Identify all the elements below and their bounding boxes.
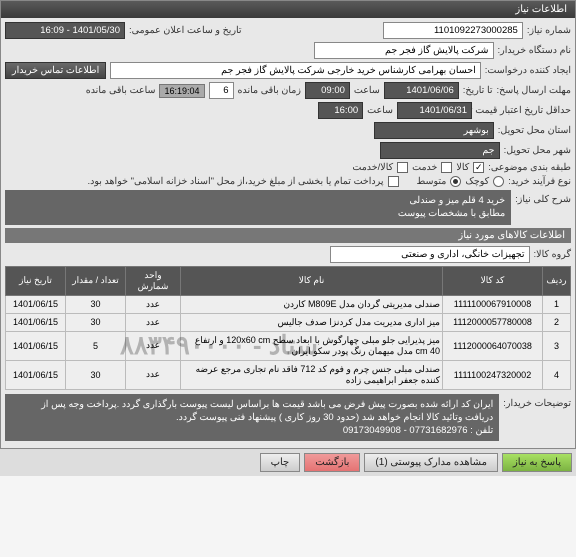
back-button[interactable]: بازگشت: [304, 453, 360, 472]
remain-time: 16:19:04: [159, 84, 204, 98]
remain-label: زمان باقی مانده: [238, 85, 301, 96]
need-no-field: 1101092273000285: [383, 22, 523, 39]
cell-qty: 30: [66, 360, 126, 389]
desc-label: شرح کلی نیاز:: [515, 190, 571, 225]
deadline-date: 1401/06/06: [384, 82, 459, 99]
cat-service-label: خدمت: [412, 162, 437, 173]
cat-goods-checkbox[interactable]: [473, 162, 484, 173]
proc-mid-label: متوسط: [417, 176, 447, 187]
cell-n: 3: [543, 331, 571, 360]
city-label: شهر محل تحویل:: [504, 145, 571, 156]
cell-unit: عدد: [126, 295, 181, 313]
province-label: استان محل تحویل:: [498, 125, 571, 136]
cat-both-checkbox[interactable]: [397, 162, 408, 173]
cat-service-checkbox[interactable]: [441, 162, 452, 173]
group-label: گروه کالا:: [534, 249, 571, 260]
table-row: 11111100067910008صندلی مدیریتی گردان مدل…: [6, 295, 571, 313]
time-label-2: ساعت: [367, 105, 393, 116]
cell-qty: 5: [66, 331, 126, 360]
city-field: جم: [380, 142, 500, 159]
cell-code: 1112000064070038: [443, 331, 543, 360]
deadline-time: 09:00: [305, 82, 350, 99]
desc-box: خرید 4 قلم میز و صندلی مطابق با مشخصات پ…: [5, 190, 511, 225]
need-no-label: شماره نیاز:: [527, 25, 571, 36]
th-unit: واحد شمارش: [126, 266, 181, 295]
remain-suffix: ساعت باقی مانده: [86, 85, 156, 96]
table-row: 21112000057780008میز اداری مدیریت مدل کر…: [6, 313, 571, 331]
validity-label: حداقل تاریخ اعتبار قیمت تا تاریخ:: [476, 105, 571, 116]
proc-low-label: کوچک: [465, 176, 489, 187]
pay-note-label: پرداخت تمام یا بخشی از مبلغ خرید،از محل …: [88, 176, 384, 187]
cell-unit: عدد: [126, 331, 181, 360]
contact-buyer-button[interactable]: اطلاعات تماس خریدار: [5, 62, 106, 79]
goods-section-title: اطلاعات کالاهای مورد نیاز: [5, 228, 571, 243]
cell-unit: عدد: [126, 360, 181, 389]
cell-unit: عدد: [126, 313, 181, 331]
th-date: تاریخ نیاز: [6, 266, 66, 295]
validity-date: 1401/06/31: [397, 102, 472, 119]
th-row: ردیف: [543, 266, 571, 295]
table-row: 41111100247320002صندلی مبلی جنس چرم و فو…: [6, 360, 571, 389]
buyer-field: شرکت پالایش گاز فجر جم: [314, 42, 494, 59]
attachments-button[interactable]: مشاهده مدارک پیوستی (1): [364, 453, 498, 472]
buyer-notes-label: توضیحات خریدار:: [503, 394, 571, 442]
cell-n: 1: [543, 295, 571, 313]
reply-button[interactable]: پاسخ به نیاز: [502, 453, 572, 472]
process-label: نوع فرآیند خرید:: [508, 176, 571, 187]
remain-days: 6: [209, 82, 234, 99]
cell-date: 1401/06/15: [6, 295, 66, 313]
desc-line2: مطابق با مشخصات پیوست: [11, 207, 505, 220]
panel-title: اطلاعات نیاز: [1, 1, 575, 18]
cell-name: صندلی مدیریتی گردان مدل M809E کاردن: [181, 295, 443, 313]
announce-label: تاریخ و ساعت اعلان عمومی:: [129, 25, 242, 36]
buyer-notes-text: ایران کد ارائه شده بصورت پیش فرض می باشد…: [11, 398, 493, 425]
validity-time: 16:00: [318, 102, 363, 119]
province-field: بوشهر: [374, 122, 494, 139]
time-label-1: ساعت: [354, 85, 380, 96]
cell-code: 1112000057780008: [443, 313, 543, 331]
cell-n: 2: [543, 313, 571, 331]
print-button[interactable]: چاپ: [260, 453, 301, 472]
cell-qty: 30: [66, 295, 126, 313]
cell-name: میز اداری مدیریت مدل کردنزا صدف جالیس: [181, 313, 443, 331]
proc-mid-radio[interactable]: [450, 176, 461, 187]
cat-both-label: کالا/خدمت: [352, 162, 393, 173]
requester-label: ایجاد کننده درخواست:: [485, 65, 571, 76]
cell-name: میز پذیرایی جلو مبلی چهارگوش با ابعاد سط…: [181, 331, 443, 360]
table-row: 31112000064070038میز پذیرایی جلو مبلی چه…: [6, 331, 571, 360]
goods-table: ردیف کد کالا نام کالا واحد شمارش تعداد /…: [5, 266, 571, 390]
th-name: نام کالا: [181, 266, 443, 295]
buyer-label: نام دستگاه خریدار:: [498, 45, 572, 56]
cell-date: 1401/06/15: [6, 360, 66, 389]
pay-note-checkbox[interactable]: [388, 176, 399, 187]
buyer-notes-box: ایران کد ارائه شده بصورت پیش فرض می باشد…: [5, 394, 499, 442]
cell-date: 1401/06/15: [6, 313, 66, 331]
proc-low-radio[interactable]: [493, 176, 504, 187]
th-qty: تعداد / مقدار: [66, 266, 126, 295]
desc-line1: خرید 4 قلم میز و صندلی: [11, 194, 505, 207]
cell-code: 1111100067910008: [443, 295, 543, 313]
cell-qty: 30: [66, 313, 126, 331]
th-code: کد کالا: [443, 266, 543, 295]
cat-goods-label: کالا: [456, 162, 469, 173]
requester-field: احسان بهرامی کارشناس خرید خارجی شرکت پال…: [110, 62, 481, 79]
group-field: تجهیزات خانگی، اداری و صنعتی: [330, 246, 530, 263]
footer-bar: پاسخ به نیاز مشاهده مدارک پیوستی (1) باز…: [0, 449, 576, 476]
cell-n: 4: [543, 360, 571, 389]
cell-name: صندلی مبلی جنس چرم و فوم کد 712 فاقد نام…: [181, 360, 443, 389]
announce-field: 1401/05/30 - 16:09: [5, 22, 125, 39]
cell-code: 1111100247320002: [443, 360, 543, 389]
cell-date: 1401/06/15: [6, 331, 66, 360]
deadline-label: مهلت ارسال پاسخ:: [497, 85, 571, 96]
deadline-date-label: تا تاریخ:: [463, 85, 493, 96]
category-label: طبقه بندی موضوعی:: [488, 162, 571, 173]
buyer-notes-phone: تلفن : 07731682976 - 09173049908: [11, 424, 493, 437]
